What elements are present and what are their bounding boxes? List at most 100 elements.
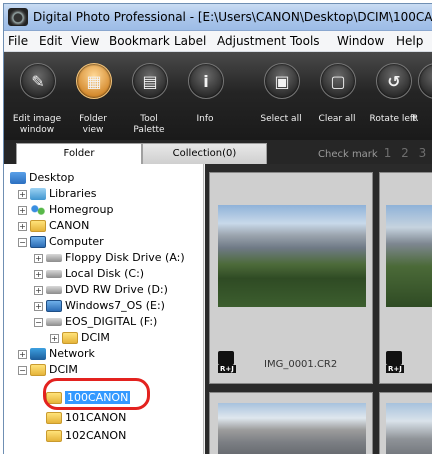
network-icon [30, 348, 46, 360]
tool-palette-icon: ▤ [132, 63, 168, 99]
libraries-icon [30, 188, 46, 200]
select-all-button[interactable]: ▣ Select all [250, 52, 312, 140]
tree-node-local-disk[interactable]: + Local Disk (C:) [34, 266, 144, 282]
tool-label: Info [196, 114, 214, 124]
rotate-right-button[interactable]: R [412, 52, 432, 140]
check-mark-filter[interactable]: Check mark 1 2 3 4 [318, 146, 432, 160]
tree-node-label: Desktop [29, 171, 75, 184]
camera-app-icon [8, 8, 28, 26]
menu-help[interactable]: Help [396, 34, 423, 48]
panel-tabs: Folder Collection(0) Check mark 1 2 3 4 [4, 140, 432, 164]
window-title: Digital Photo Professional - [E:\Users\C… [33, 10, 432, 24]
tree-node-libraries[interactable]: + Libraries [18, 186, 97, 202]
expand-icon[interactable]: + [18, 221, 27, 231]
camera-icon [218, 351, 234, 365]
camera-icon [386, 351, 402, 365]
menu-adjustment[interactable]: Adjustment [217, 34, 286, 48]
tree-node-label: Libraries [49, 187, 97, 200]
thumbnail-item[interactable] [379, 392, 432, 454]
expand-icon[interactable]: + [50, 333, 59, 343]
tree-node-label: EOS_DIGITAL (F:) [65, 315, 158, 328]
tree-node-dcim[interactable]: − DCIM [18, 362, 78, 378]
highlight-annotation [43, 378, 150, 410]
tree-node-computer[interactable]: − Computer [18, 234, 104, 250]
collapse-icon[interactable]: − [18, 237, 27, 247]
folder-view-icon: ▦ [76, 63, 112, 99]
thumbnail-item[interactable] [209, 392, 373, 454]
tab-folder[interactable]: Folder [16, 143, 142, 164]
folder-icon [46, 412, 62, 424]
tree-node-label: DVD RW Drive (D:) [65, 283, 168, 296]
edit-image-icon: ✎ [20, 63, 56, 99]
expand-icon[interactable]: + [34, 269, 43, 279]
thumbnail-item[interactable]: R+J [379, 172, 432, 384]
tree-node-floppy[interactable]: + Floppy Disk Drive (A:) [34, 250, 185, 266]
title-bar: Digital Photo Professional - [E:\Users\C… [4, 4, 432, 31]
tree-node-dvd[interactable]: + DVD RW Drive (D:) [34, 282, 168, 298]
tree-node-label: Windows7_OS (E:) [65, 299, 165, 312]
expand-icon[interactable]: + [18, 349, 27, 359]
tree-node-label: DCIM [81, 331, 110, 344]
floppy-drive-icon [46, 254, 62, 262]
expand-icon[interactable]: + [34, 253, 43, 263]
clear-all-icon: ▢ [320, 63, 356, 99]
photo-image [386, 403, 432, 454]
menu-bookmark[interactable]: Bookmark [109, 34, 170, 48]
menu-tools[interactable]: Tools [290, 34, 320, 48]
menu-window[interactable]: Window [337, 34, 384, 48]
thumbnail-grid: R+J IMG_0001.CR2 R+J [205, 164, 432, 454]
thumbnail-filename: IMG_0001.CR2 [264, 359, 338, 370]
toolbar: ✎ Edit image window ▦ Folder view ▤ Tool… [4, 52, 432, 140]
homegroup-icon [30, 204, 46, 216]
info-button[interactable]: i Info [174, 52, 236, 140]
os-drive-icon [46, 300, 62, 312]
tree-node-canon[interactable]: + CANON [18, 218, 89, 234]
rotate-right-icon [418, 63, 432, 99]
rotate-left-icon: ↺ [376, 63, 412, 99]
tree-node-dcim-f[interactable]: + DCIM [50, 330, 110, 346]
check-mark-label: Check mark [318, 149, 378, 160]
tab-collection[interactable]: Collection(0) [142, 143, 267, 164]
raw-jpeg-badge: R+J [218, 365, 236, 373]
tree-node-label: Local Disk (C:) [65, 267, 145, 280]
folder-icon [46, 430, 62, 442]
collapse-icon[interactable]: − [18, 365, 27, 375]
tree-node-label: CANON [49, 219, 90, 232]
menu-file[interactable]: File [8, 34, 28, 48]
expand-icon[interactable]: + [18, 205, 27, 215]
check-mark-numbers[interactable]: 1 2 3 4 [384, 146, 432, 160]
local-disk-icon [46, 270, 62, 278]
tree-node-label: Homegroup [49, 203, 114, 216]
folder-icon [62, 332, 78, 344]
menu-label[interactable]: Label [174, 34, 206, 48]
tree-node-homegroup[interactable]: + Homegroup [18, 202, 113, 218]
expand-icon[interactable]: + [34, 301, 43, 311]
dvd-drive-icon [46, 286, 62, 294]
thumbnail-item[interactable]: R+J IMG_0001.CR2 [209, 172, 373, 384]
tree-node-label: 101CANON [65, 411, 127, 424]
collapse-icon[interactable]: − [34, 317, 43, 327]
menu-edit[interactable]: Edit [39, 34, 62, 48]
tree-node-network[interactable]: + Network [18, 346, 95, 362]
select-all-icon: ▣ [264, 63, 300, 99]
tool-label: R [412, 114, 419, 124]
desktop-icon [10, 172, 26, 184]
clear-all-button[interactable]: ▢ Clear all [306, 52, 368, 140]
tree-node-102canon[interactable]: 102CANON [46, 428, 126, 444]
tree-node-label: 102CANON [65, 429, 127, 442]
tree-node-101canon[interactable]: 101CANON [46, 410, 126, 426]
menu-view[interactable]: View [71, 34, 99, 48]
expand-icon[interactable]: + [34, 285, 43, 295]
computer-icon [30, 236, 46, 248]
photo-image [218, 403, 366, 454]
tree-node-label: Computer [49, 235, 104, 248]
photo-image [218, 205, 366, 307]
tree-node-label: DCIM [49, 363, 78, 376]
expand-icon[interactable]: + [18, 189, 27, 199]
tree-node-desktop[interactable]: Desktop [10, 170, 74, 186]
tree-node-eos-digital[interactable]: − EOS_DIGITAL (F:) [34, 314, 157, 330]
tool-palette-button[interactable]: ▤ Tool Palette [118, 52, 180, 140]
tree-node-windows7[interactable]: + Windows7_OS (E:) [34, 298, 165, 314]
tree-node-label: Network [49, 347, 95, 360]
folder-tree: Desktop + Libraries + Homegroup + CANON − Co… [4, 164, 204, 454]
